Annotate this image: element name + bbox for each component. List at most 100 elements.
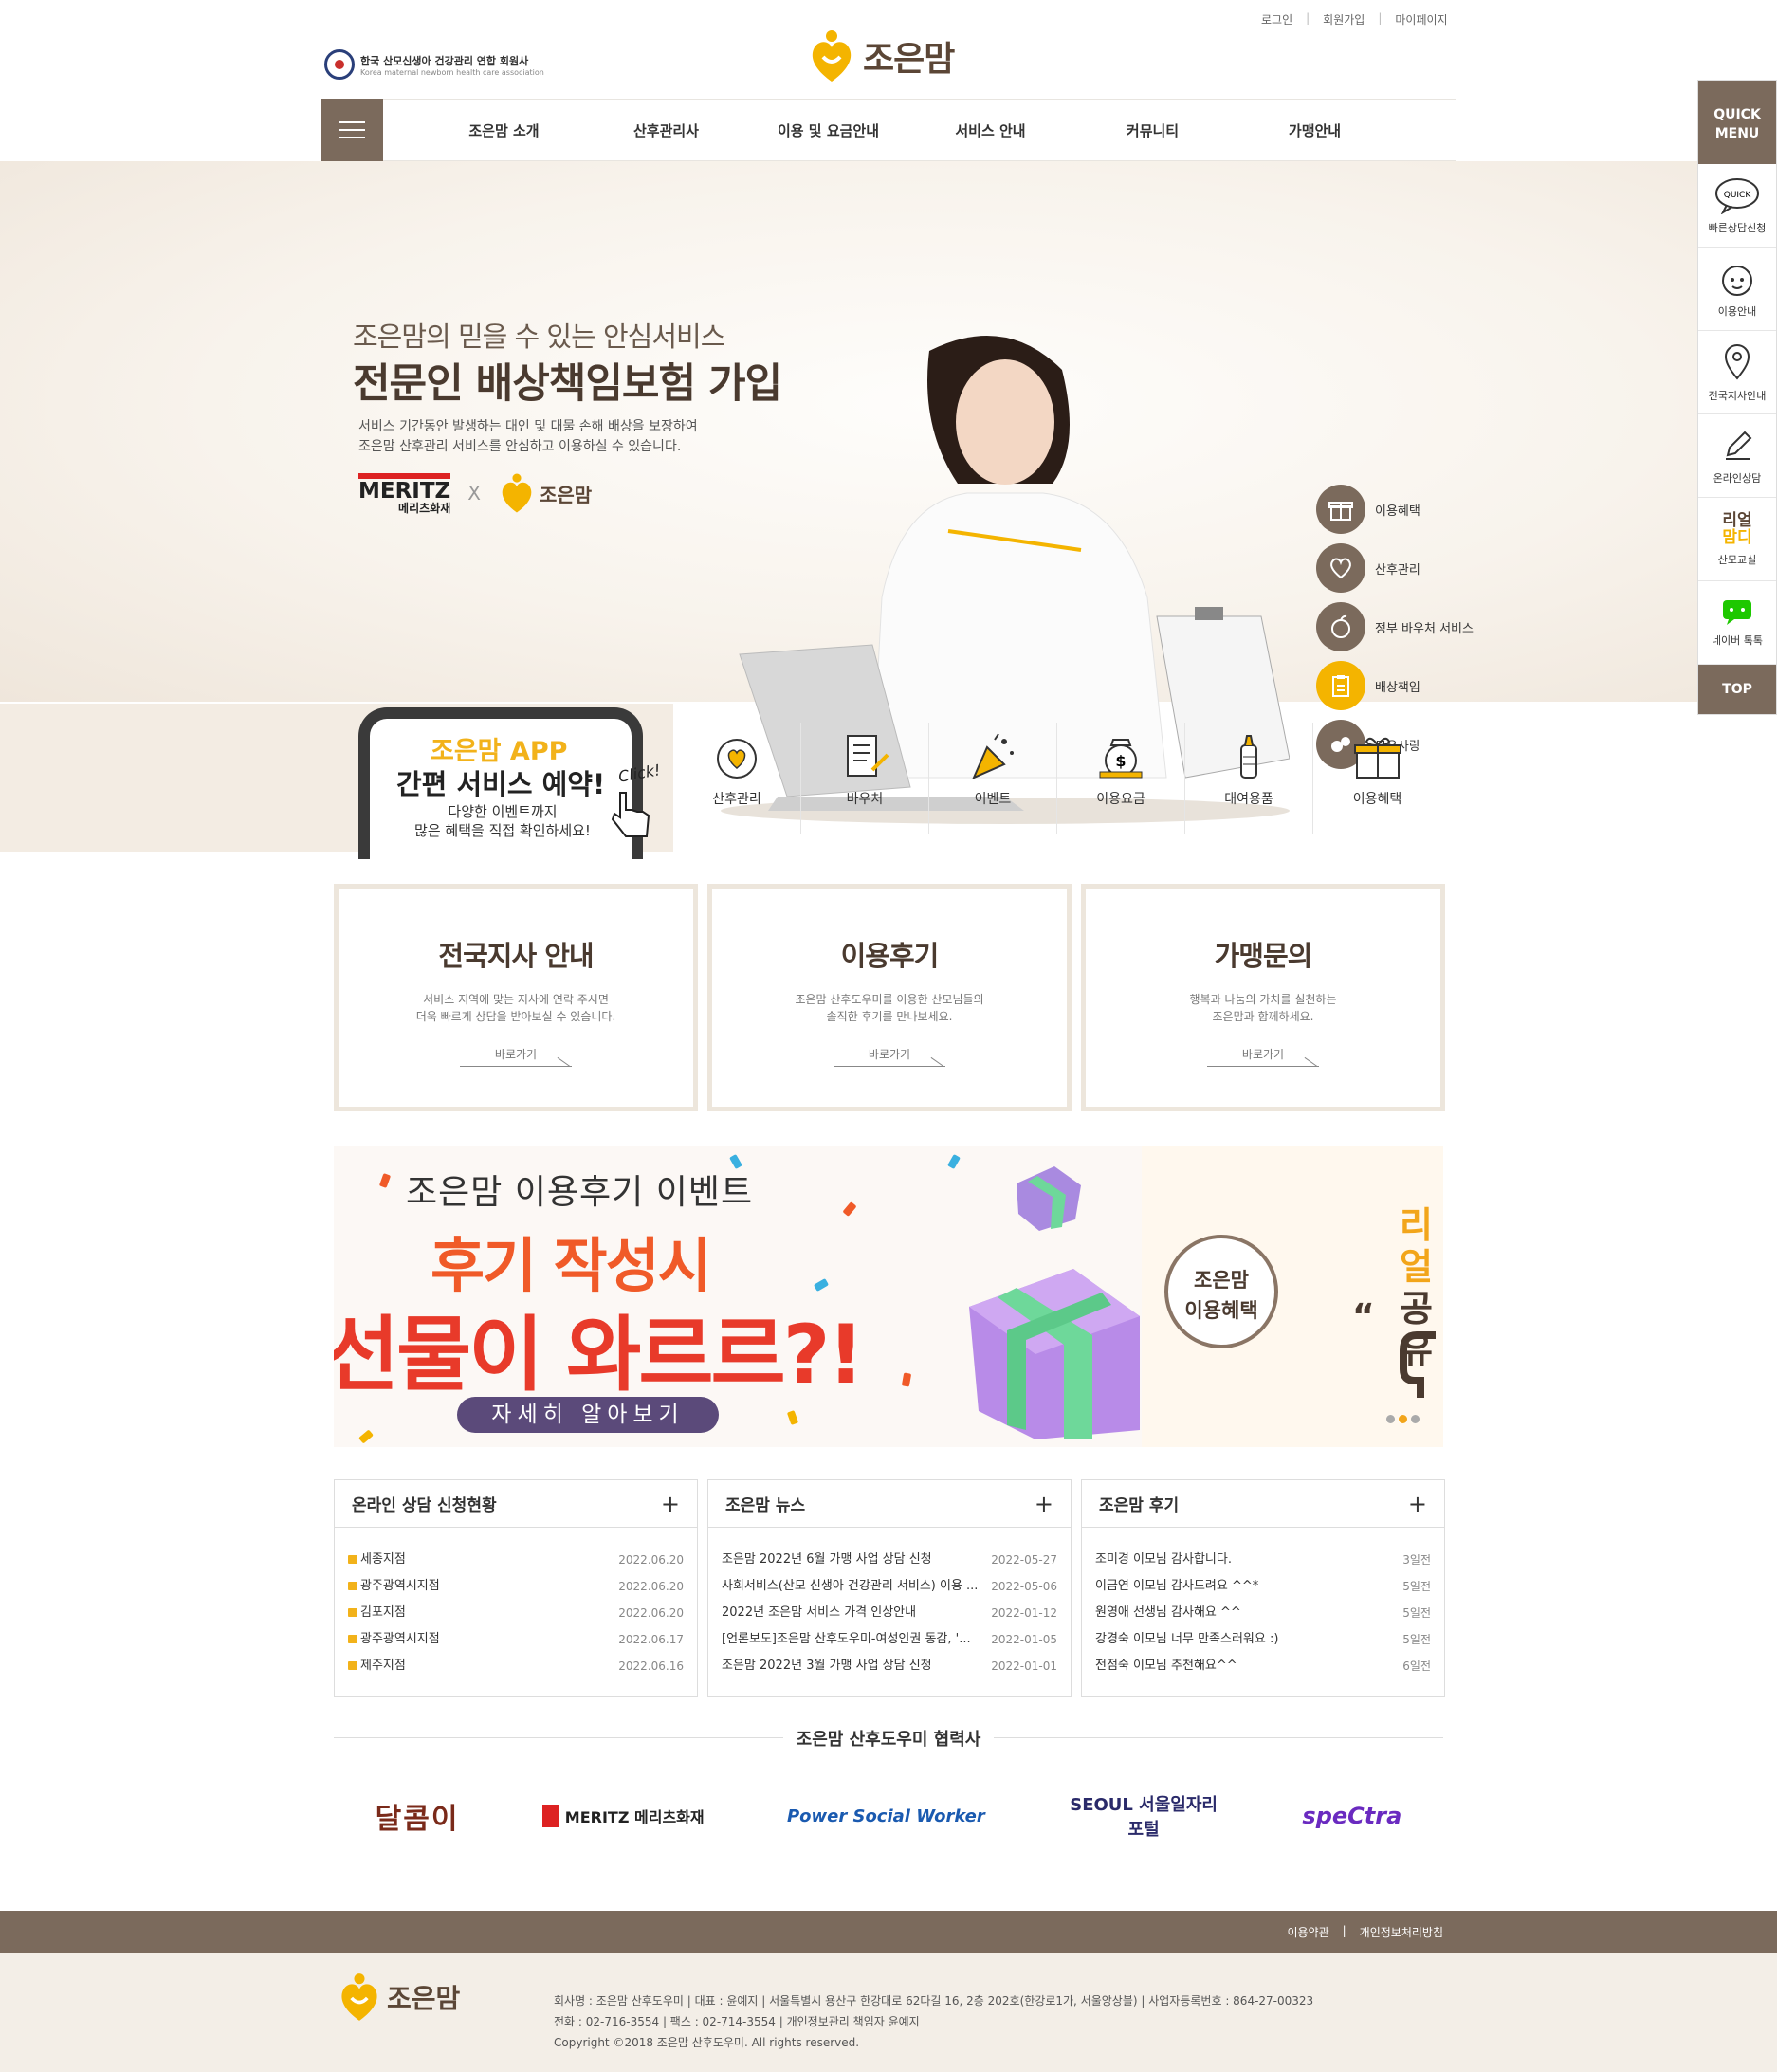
board-row[interactable]: 광주광역시지점 2022.06.17 (348, 1626, 684, 1653)
plus-icon[interactable]: + (1035, 1491, 1053, 1517)
info-box-review[interactable]: 이용후기 조은맘 산후도우미를 이용한 산모님들의 솔직한 후기를 만나보세요. … (707, 884, 1072, 1111)
menu-button[interactable] (321, 99, 383, 161)
footer-logo[interactable]: 조은맘 (338, 1971, 460, 2023)
board-row[interactable]: [언론보도]조은맘 산후도우미-여성인권 동감, '... 2022-01-05 (722, 1626, 1057, 1653)
nav-item-franchise[interactable]: 가맹안내 (1234, 100, 1396, 160)
signup-link[interactable]: 회원가입 (1323, 11, 1365, 28)
partner-social-worker[interactable]: Power Social Worker (787, 1806, 985, 1826)
board-row[interactable]: 2022년 조은맘 서비스 가격 인상안내 2022-01-12 (722, 1600, 1057, 1626)
privacy-link[interactable]: 개인정보처리방침 (1360, 1924, 1443, 1940)
board-row[interactable]: 세종지점 2022.06.20 (348, 1547, 684, 1573)
row-date: 3일전 (1402, 1553, 1431, 1567)
service-item-voucher[interactable]: 바우처 (801, 723, 929, 834)
board-title: 조은맘 뉴스 (725, 1496, 806, 1515)
mypage-link[interactable]: 마이페이지 (1395, 11, 1447, 28)
association-name: 한국 산모신생아 건강관리 연합 회원사 (360, 54, 529, 67)
nav-item-caregiver[interactable]: 산후관리사 (585, 100, 747, 160)
service-item-event[interactable]: 이벤트 (929, 723, 1057, 834)
quick-item-class[interactable]: 리얼 맘디 산모교실 (1698, 498, 1776, 581)
board-row[interactable]: 전점숙 이모님 추천해요^^ 6일전 (1095, 1653, 1431, 1679)
hero-title: 전문인 배상책임보험 가입 (353, 360, 782, 408)
side-item-label: 산후관리 (1375, 562, 1420, 578)
nav-item-service[interactable]: 서비스 안내 (909, 100, 1072, 160)
board-row[interactable]: 사회서비스(산모 신생아 건강관리 서비스) 이용 ... 2022-05-06 (722, 1573, 1057, 1600)
side-item-benefit[interactable]: 이용혜택 (1316, 484, 1474, 535)
main-nav: 조은맘 소개 산후관리사 이용 및 요금안내 서비스 안내 커뮤니티 가맹안내 (321, 99, 1456, 161)
info-box-title: 이용후기 (840, 940, 940, 972)
gift-boxes-icon (1353, 737, 1401, 779)
login-link[interactable]: 로그인 (1261, 11, 1292, 28)
banner-detail-button[interactable]: 자세히 알아보기 (457, 1397, 719, 1433)
confetti (842, 1201, 857, 1217)
quick-item-label: 산모교실 (1717, 553, 1757, 566)
quick-item-talk[interactable]: 네이버 톡톡 (1698, 581, 1776, 665)
board-row[interactable]: 강경숙 이모님 너무 만족스러워요 :) 5일전 (1095, 1626, 1431, 1653)
info-box-franchise[interactable]: 가맹문의 행복과 나눔의 가치를 실천하는 조은맘과 함께하세요. 바로가기 (1081, 884, 1445, 1111)
board-header: 조은맘 뉴스 + (708, 1480, 1071, 1528)
slider-dot[interactable] (1411, 1415, 1420, 1423)
side-item-voucher[interactable]: 정부 바우처 서비스 (1316, 601, 1474, 652)
row-title: 전점숙 이모님 추천해요^^ (1095, 1659, 1237, 1673)
row-title: 원영애 선생님 감사해요 ^^ (1095, 1605, 1241, 1620)
app-promo[interactable]: 조은맘 APP 간편 서비스 예약! 다양한 이벤트까지 많은 혜택을 직접 확인… (0, 704, 673, 859)
quick-item-online[interactable]: 온라인상담 (1698, 414, 1776, 498)
scroll-top-button[interactable]: TOP (1698, 665, 1776, 714)
quick-item-guide[interactable]: 이용안내 (1698, 248, 1776, 331)
go-link[interactable]: 바로가기 (460, 1046, 572, 1067)
checklist-icon (847, 735, 889, 777)
board-row[interactable]: 조미경 이모님 감사합니다. 3일전 (1095, 1547, 1431, 1573)
info-box-desc: 서비스 지역에 맞는 지사에 연락 주시면 더욱 빠르게 상담을 받아보실 수 있… (339, 991, 693, 1025)
quick-item-consult[interactable]: QUICK 빠른상담신청 (1698, 164, 1776, 248)
slider-dot[interactable] (1386, 1415, 1395, 1423)
go-link[interactable]: 바로가기 (834, 1046, 945, 1067)
info-box-branch[interactable]: 전국지사 안내 서비스 지역에 맞는 지사에 연락 주시면 더욱 빠르게 상담을 … (334, 884, 698, 1111)
partner-meritz[interactable]: MERITZ 메리츠화재 (541, 1805, 705, 1827)
row-date: 2022.06.20 (618, 1580, 684, 1593)
plus-icon[interactable]: + (1408, 1491, 1427, 1517)
row-title: 조은맘 2022년 6월 가맹 사업 상담 신청 (722, 1552, 932, 1567)
side-item-care[interactable]: 산후관리 (1316, 542, 1474, 594)
nav-item-pricing[interactable]: 이용 및 요금안내 (747, 100, 909, 160)
board-row[interactable]: 김포지점 2022.06.20 (348, 1600, 684, 1626)
benefit-slider[interactable]: 조은맘 이용혜택 “ 리얼 공유 (1142, 1146, 1443, 1447)
partner-seoul-job[interactable]: SEOUL 서울일자리포털 (1068, 1791, 1219, 1841)
service-label: 이용요금 (1096, 792, 1145, 807)
board-row[interactable]: 제주지점 2022.06.16 (348, 1653, 684, 1679)
brand-name: 조은맘 (863, 40, 955, 79)
slider-dot-active[interactable] (1399, 1415, 1407, 1423)
row-title: 강경숙 이모님 너무 만족스러워요 :) (1095, 1632, 1279, 1646)
service-item-care[interactable]: 산후관리 (673, 723, 801, 834)
info-box-title: 가맹문의 (1214, 940, 1313, 972)
service-item-price[interactable]: $ 이용요금 (1057, 723, 1185, 834)
service-label: 바우처 (846, 792, 884, 807)
board-row[interactable]: 원영애 선생님 감사해요 ^^ 5일전 (1095, 1600, 1431, 1626)
hero-partner-logos: MERITZ 메리츠화재 X 조은맘 (358, 472, 592, 514)
lock-icon (348, 1635, 357, 1643)
site-logo[interactable]: 조은맘 (808, 28, 955, 83)
app-subtitle: 간편 서비스 예약! (396, 768, 606, 800)
meritz-logo: MERITZ 메리츠화재 (358, 472, 451, 514)
partner-spectra[interactable]: speCtra (1302, 1803, 1401, 1829)
board-row[interactable]: 이금연 이모님 감사드려요 ^^* 5일전 (1095, 1573, 1431, 1600)
burger-line (339, 121, 365, 123)
board-row[interactable]: 조은맘 2022년 6월 가맹 사업 상담 신청 2022-05-27 (722, 1547, 1057, 1573)
hero-description: 서비스 기간동안 발생하는 대인 및 대물 손해 배상을 보장하여 조은맘 산후… (358, 417, 757, 457)
board-row[interactable]: 광주광역시지점 2022.06.20 (348, 1573, 684, 1600)
association-badge[interactable]: 한국 산모신생아 건강관리 연합 회원사 Korea maternal newb… (324, 49, 544, 80)
row-date: 2022-01-05 (991, 1633, 1057, 1646)
nav-item-intro[interactable]: 조은맘 소개 (423, 100, 585, 160)
plus-icon[interactable]: + (661, 1491, 680, 1517)
small-gift-illustration (1017, 1166, 1081, 1231)
row-date: 2022.06.20 (618, 1606, 684, 1620)
go-link[interactable]: 바로가기 (1207, 1046, 1319, 1067)
terms-link[interactable]: 이용약관 (1287, 1924, 1328, 1940)
partner-dalkomi[interactable]: 달콤이 (376, 1795, 460, 1837)
quick-menu-title: QUICK MENU (1698, 81, 1776, 164)
event-banner[interactable]: 조은맘 이용후기 이벤트 후기 작성시 선물이 와르르?! 자세히 알아보기 (334, 1146, 1142, 1447)
service-item-rental[interactable]: 대여용품 (1185, 723, 1313, 834)
service-item-benefit[interactable]: 이용혜택 (1313, 723, 1441, 834)
nav-item-community[interactable]: 커뮤니티 (1072, 100, 1234, 160)
company-info-line: 전화 : 02-716-3554 | 팩스 : 02-714-3554 | 개인… (554, 2015, 920, 2028)
board-row[interactable]: 조은맘 2022년 3월 가맹 사업 상담 신청 2022-01-01 (722, 1653, 1057, 1679)
quick-item-branch[interactable]: 전국지사안내 (1698, 331, 1776, 414)
